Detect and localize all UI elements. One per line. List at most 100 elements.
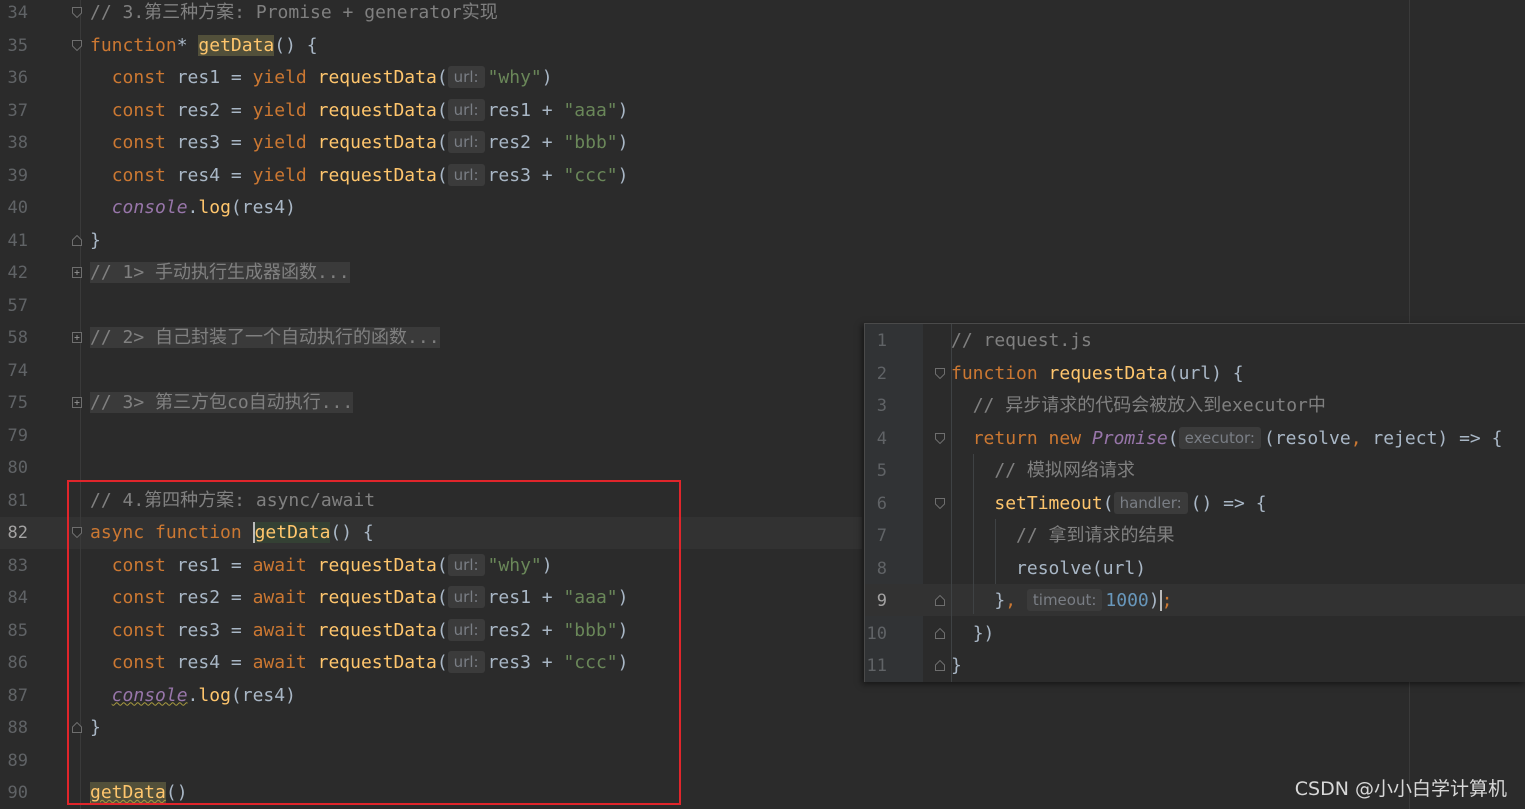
line-number: 80 — [7, 458, 28, 478]
code-token: res3 + — [487, 652, 564, 673]
line-number: 36 — [7, 68, 28, 88]
fold-collapse-icon[interactable] — [72, 39, 82, 51]
parameter-hint: url: — [447, 618, 485, 641]
fold-expand-icon[interactable] — [72, 267, 82, 278]
code-token: ( — [436, 132, 448, 153]
line-number: 82 — [7, 523, 28, 543]
code-token: requestData — [317, 587, 437, 608]
code-token: const — [111, 67, 177, 88]
csdn-watermark: CSDN @小小白学计算机 — [1294, 778, 1507, 800]
code-token: "why" — [487, 67, 542, 88]
code-token: (url) { — [1167, 362, 1244, 384]
line-number: 11 — [866, 656, 887, 676]
code-token: "ccc" — [563, 652, 618, 673]
code-token: requestData — [317, 652, 437, 673]
code-token: Promise — [1091, 427, 1168, 449]
code-token: ( — [436, 99, 448, 121]
code-token: requestData — [317, 164, 437, 186]
code-text: getData() — [90, 777, 188, 809]
fold-collapse-icon[interactable] — [935, 660, 945, 671]
code-token: function — [90, 34, 177, 56]
code-token: const — [111, 587, 177, 608]
code-token: console — [111, 684, 188, 706]
fold-collapse-icon[interactable] — [935, 627, 945, 639]
line-number: 1 — [876, 331, 887, 351]
fold-collapse-icon[interactable] — [935, 595, 945, 606]
fold-collapse-icon[interactable] — [72, 527, 82, 538]
fold-collapse-icon[interactable] — [935, 367, 945, 379]
line-number: 88 — [7, 718, 28, 738]
code-text: }, timeout: 1000); — [951, 585, 1173, 617]
code-token: "ccc" — [563, 164, 618, 186]
code-token: ( — [436, 619, 448, 641]
code-token: "why" — [487, 554, 542, 576]
fold-collapse-icon[interactable] — [72, 234, 82, 246]
line-number: 42 — [7, 263, 28, 283]
code-token: // 2> 自己封装了一个自动执行的函数... — [90, 327, 440, 348]
fold-expand-icon[interactable] — [72, 397, 82, 408]
parameter-hint: url: — [447, 163, 485, 186]
code-text: console.log(res4) — [90, 680, 296, 712]
line-number: 7 — [876, 526, 887, 546]
code-token: resolve(url) — [1016, 557, 1147, 579]
fold-expand-icon[interactable] — [72, 332, 82, 343]
code-token: requestData — [317, 99, 437, 121]
line-number: 86 — [7, 653, 28, 673]
line-number: 5 — [876, 461, 887, 481]
code-token: res1 = — [176, 67, 253, 88]
code-token: res2 + — [487, 132, 564, 153]
line-number: 90 — [7, 783, 28, 803]
code-token: ( — [436, 652, 448, 673]
code-text: // 模拟网络请求 — [951, 455, 1135, 487]
code-token: res1 + — [487, 587, 564, 608]
code-token: res1 + — [487, 99, 564, 121]
fold-collapse-icon[interactable] — [72, 722, 82, 733]
line-number: 87 — [7, 685, 28, 706]
code-text: } — [90, 225, 101, 257]
code-token: // request.js — [951, 330, 1092, 351]
code-token: "aaa" — [563, 587, 618, 608]
line-number: 58 — [7, 328, 28, 348]
code-token: requestData — [317, 132, 437, 153]
code-token: requestData — [317, 619, 437, 641]
code-text: const res2 = yield requestData(url: res1 … — [90, 95, 628, 127]
code-token: "aaa" — [563, 99, 618, 121]
fold-collapse-icon[interactable] — [935, 497, 945, 509]
line-number: 41 — [7, 230, 28, 251]
code-token: const — [111, 652, 177, 673]
line-number: 2 — [876, 363, 887, 384]
code-text: // 异步请求的代码会被放入到executor中 — [951, 390, 1326, 422]
code-token: ( — [1167, 427, 1179, 449]
code-text: console.log(res4) — [90, 192, 296, 224]
line-number: 79 — [7, 425, 28, 446]
code-token: // 拿到请求的结果 — [1016, 525, 1175, 546]
parameter-hint: url: — [447, 98, 485, 121]
code-token: "bbb" — [563, 619, 618, 641]
code-token: function — [951, 362, 1049, 384]
line-number: 3 — [876, 396, 887, 416]
fold-collapse-icon[interactable] — [935, 432, 945, 444]
code-token: reject) => { — [1372, 427, 1503, 449]
code-token: await — [252, 587, 318, 608]
code-token: getData — [198, 34, 275, 56]
code-token: // 3.第三种方案: Promise + generator实现 — [90, 2, 498, 23]
code-token: getData — [252, 522, 331, 543]
fold-collapse-icon[interactable] — [72, 7, 82, 18]
code-token: yield — [252, 132, 318, 153]
code-token: }) — [972, 622, 995, 644]
code-token: // 异步请求的代码会被放入到executor中 — [972, 395, 1326, 416]
code-token: "bbb" — [563, 132, 618, 153]
parameter-hint: url: — [447, 66, 485, 88]
definition-preview-popup[interactable]: 1 // request.js 2 function requestData(url)… — [864, 323, 1525, 682]
code-token: () { — [330, 522, 374, 543]
code-text: return new Promise(executor: (resolve, re… — [951, 423, 1502, 455]
